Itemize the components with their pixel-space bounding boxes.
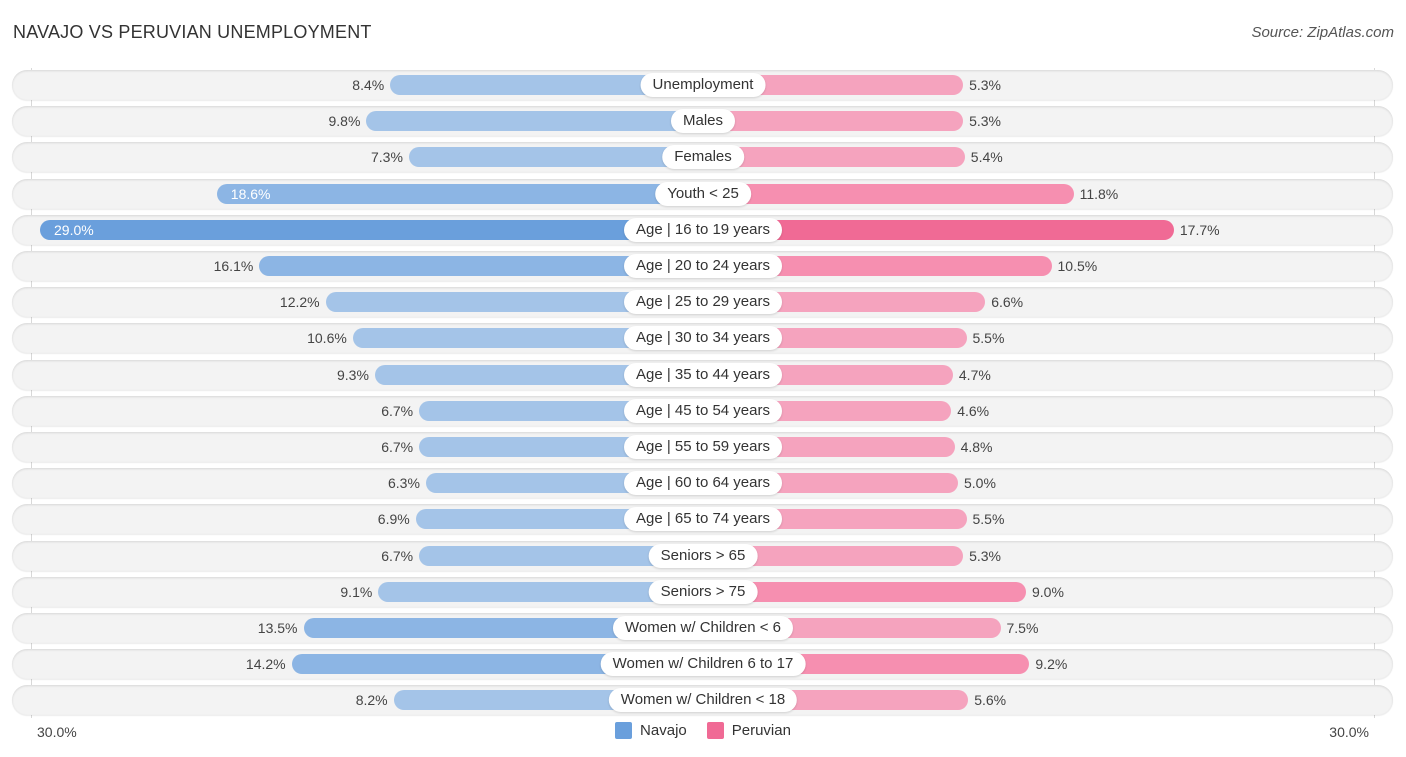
category-label: Youth < 25: [655, 181, 751, 206]
navajo-value-label: 6.9%: [377, 511, 410, 528]
navajo-value-label: 14.2%: [245, 656, 286, 673]
navajo-value-label: 7.3%: [370, 149, 403, 166]
category-label: Females: [662, 145, 744, 170]
category-label: Age | 30 to 34 years: [624, 326, 782, 351]
peruvian-bar[interactable]: [703, 111, 964, 132]
navajo-bar[interactable]: [216, 183, 703, 204]
navajo-value-label: 18.6%: [230, 185, 271, 202]
peruvian-value-label: 5.3%: [969, 547, 1002, 564]
category-label: Age | 16 to 19 years: [624, 217, 782, 242]
category-label: Seniors > 65: [648, 543, 758, 568]
peruvian-value-label: 9.0%: [1032, 583, 1064, 600]
navajo-value-label: 9.3%: [336, 366, 369, 383]
navajo-bar[interactable]: [408, 147, 703, 168]
navajo-value-label: 6.7%: [381, 402, 414, 419]
category-label: Age | 55 to 59 years: [624, 435, 782, 459]
legend-item-navajo[interactable]: Navajo: [615, 722, 687, 739]
navajo-value-label: 13.5%: [257, 620, 298, 636]
category-label: Age | 25 to 29 years: [624, 290, 782, 315]
category-label: Seniors > 75: [648, 579, 758, 604]
peruvian-value-label: 7.5%: [1006, 620, 1039, 636]
peruvian-value-label: 5.3%: [969, 77, 1002, 93]
category-label: Age | 45 to 54 years: [624, 398, 782, 423]
peruvian-value-label: 5.6%: [974, 692, 1007, 709]
category-label: Women w/ Children < 6: [612, 616, 794, 640]
navajo-value-label: 6.3%: [387, 475, 420, 492]
peruvian-value-label: 17.7%: [1179, 221, 1220, 238]
navajo-value-label: 29.0%: [54, 221, 94, 238]
navajo-bar[interactable]: [366, 111, 703, 132]
navajo-value-label: 9.1%: [340, 583, 373, 600]
peruvian-value-label: 10.5%: [1057, 258, 1098, 274]
peruvian-value-label: 4.6%: [957, 402, 990, 419]
navajo-value-label: 12.2%: [279, 294, 320, 311]
legend-item-peruvian[interactable]: Peruvian: [706, 722, 791, 739]
category-label: Males: [670, 109, 736, 134]
peruvian-value-label: 5.4%: [970, 149, 1003, 166]
legend-label-navajo: Navajo: [640, 722, 687, 739]
category-label: Unemployment: [640, 73, 766, 97]
diverging-bar-chart: 8.4% 5.3% Unemployment 9.8% 5.3% Males 7.3% 5.4…: [0, 0, 1406, 757]
navajo-bar[interactable]: [40, 219, 703, 240]
category-label: Age | 35 to 44 years: [624, 362, 782, 387]
peruvian-value-label: 4.7%: [958, 366, 991, 383]
category-label: Age | 20 to 24 years: [624, 254, 782, 278]
category-label: Age | 65 to 74 years: [624, 507, 782, 532]
peruvian-value-label: 5.0%: [964, 475, 996, 492]
navajo-value-label: 9.8%: [328, 113, 361, 130]
navajo-value-label: 6.7%: [381, 439, 414, 455]
peruvian-value-label: 5.5%: [972, 330, 1005, 347]
navajo-value-label: 16.1%: [213, 258, 254, 274]
legend-label-peruvian: Peruvian: [731, 722, 791, 739]
category-label: Women w/ Children < 18: [608, 688, 798, 713]
peruvian-value-label: 4.8%: [960, 439, 993, 455]
legend: Navajo Peruvian: [0, 722, 1406, 739]
category-label: Women w/ Children 6 to 17: [600, 652, 806, 677]
legend-swatch-peruvian: [706, 722, 724, 739]
peruvian-value-label: 5.3%: [969, 113, 1002, 130]
peruvian-bar[interactable]: [703, 183, 1074, 204]
peruvian-value-label: 5.5%: [972, 511, 1005, 528]
legend-swatch-navajo: [615, 722, 633, 739]
peruvian-value-label: 6.6%: [991, 294, 1024, 311]
navajo-value-label: 10.6%: [307, 330, 347, 347]
peruvian-value-label: 9.2%: [1035, 656, 1068, 673]
navajo-value-label: 6.7%: [381, 547, 414, 564]
navajo-value-label: 8.2%: [355, 692, 388, 709]
peruvian-value-label: 11.8%: [1079, 185, 1119, 202]
category-label: Age | 60 to 64 years: [624, 471, 782, 496]
navajo-value-label: 8.4%: [352, 77, 385, 93]
